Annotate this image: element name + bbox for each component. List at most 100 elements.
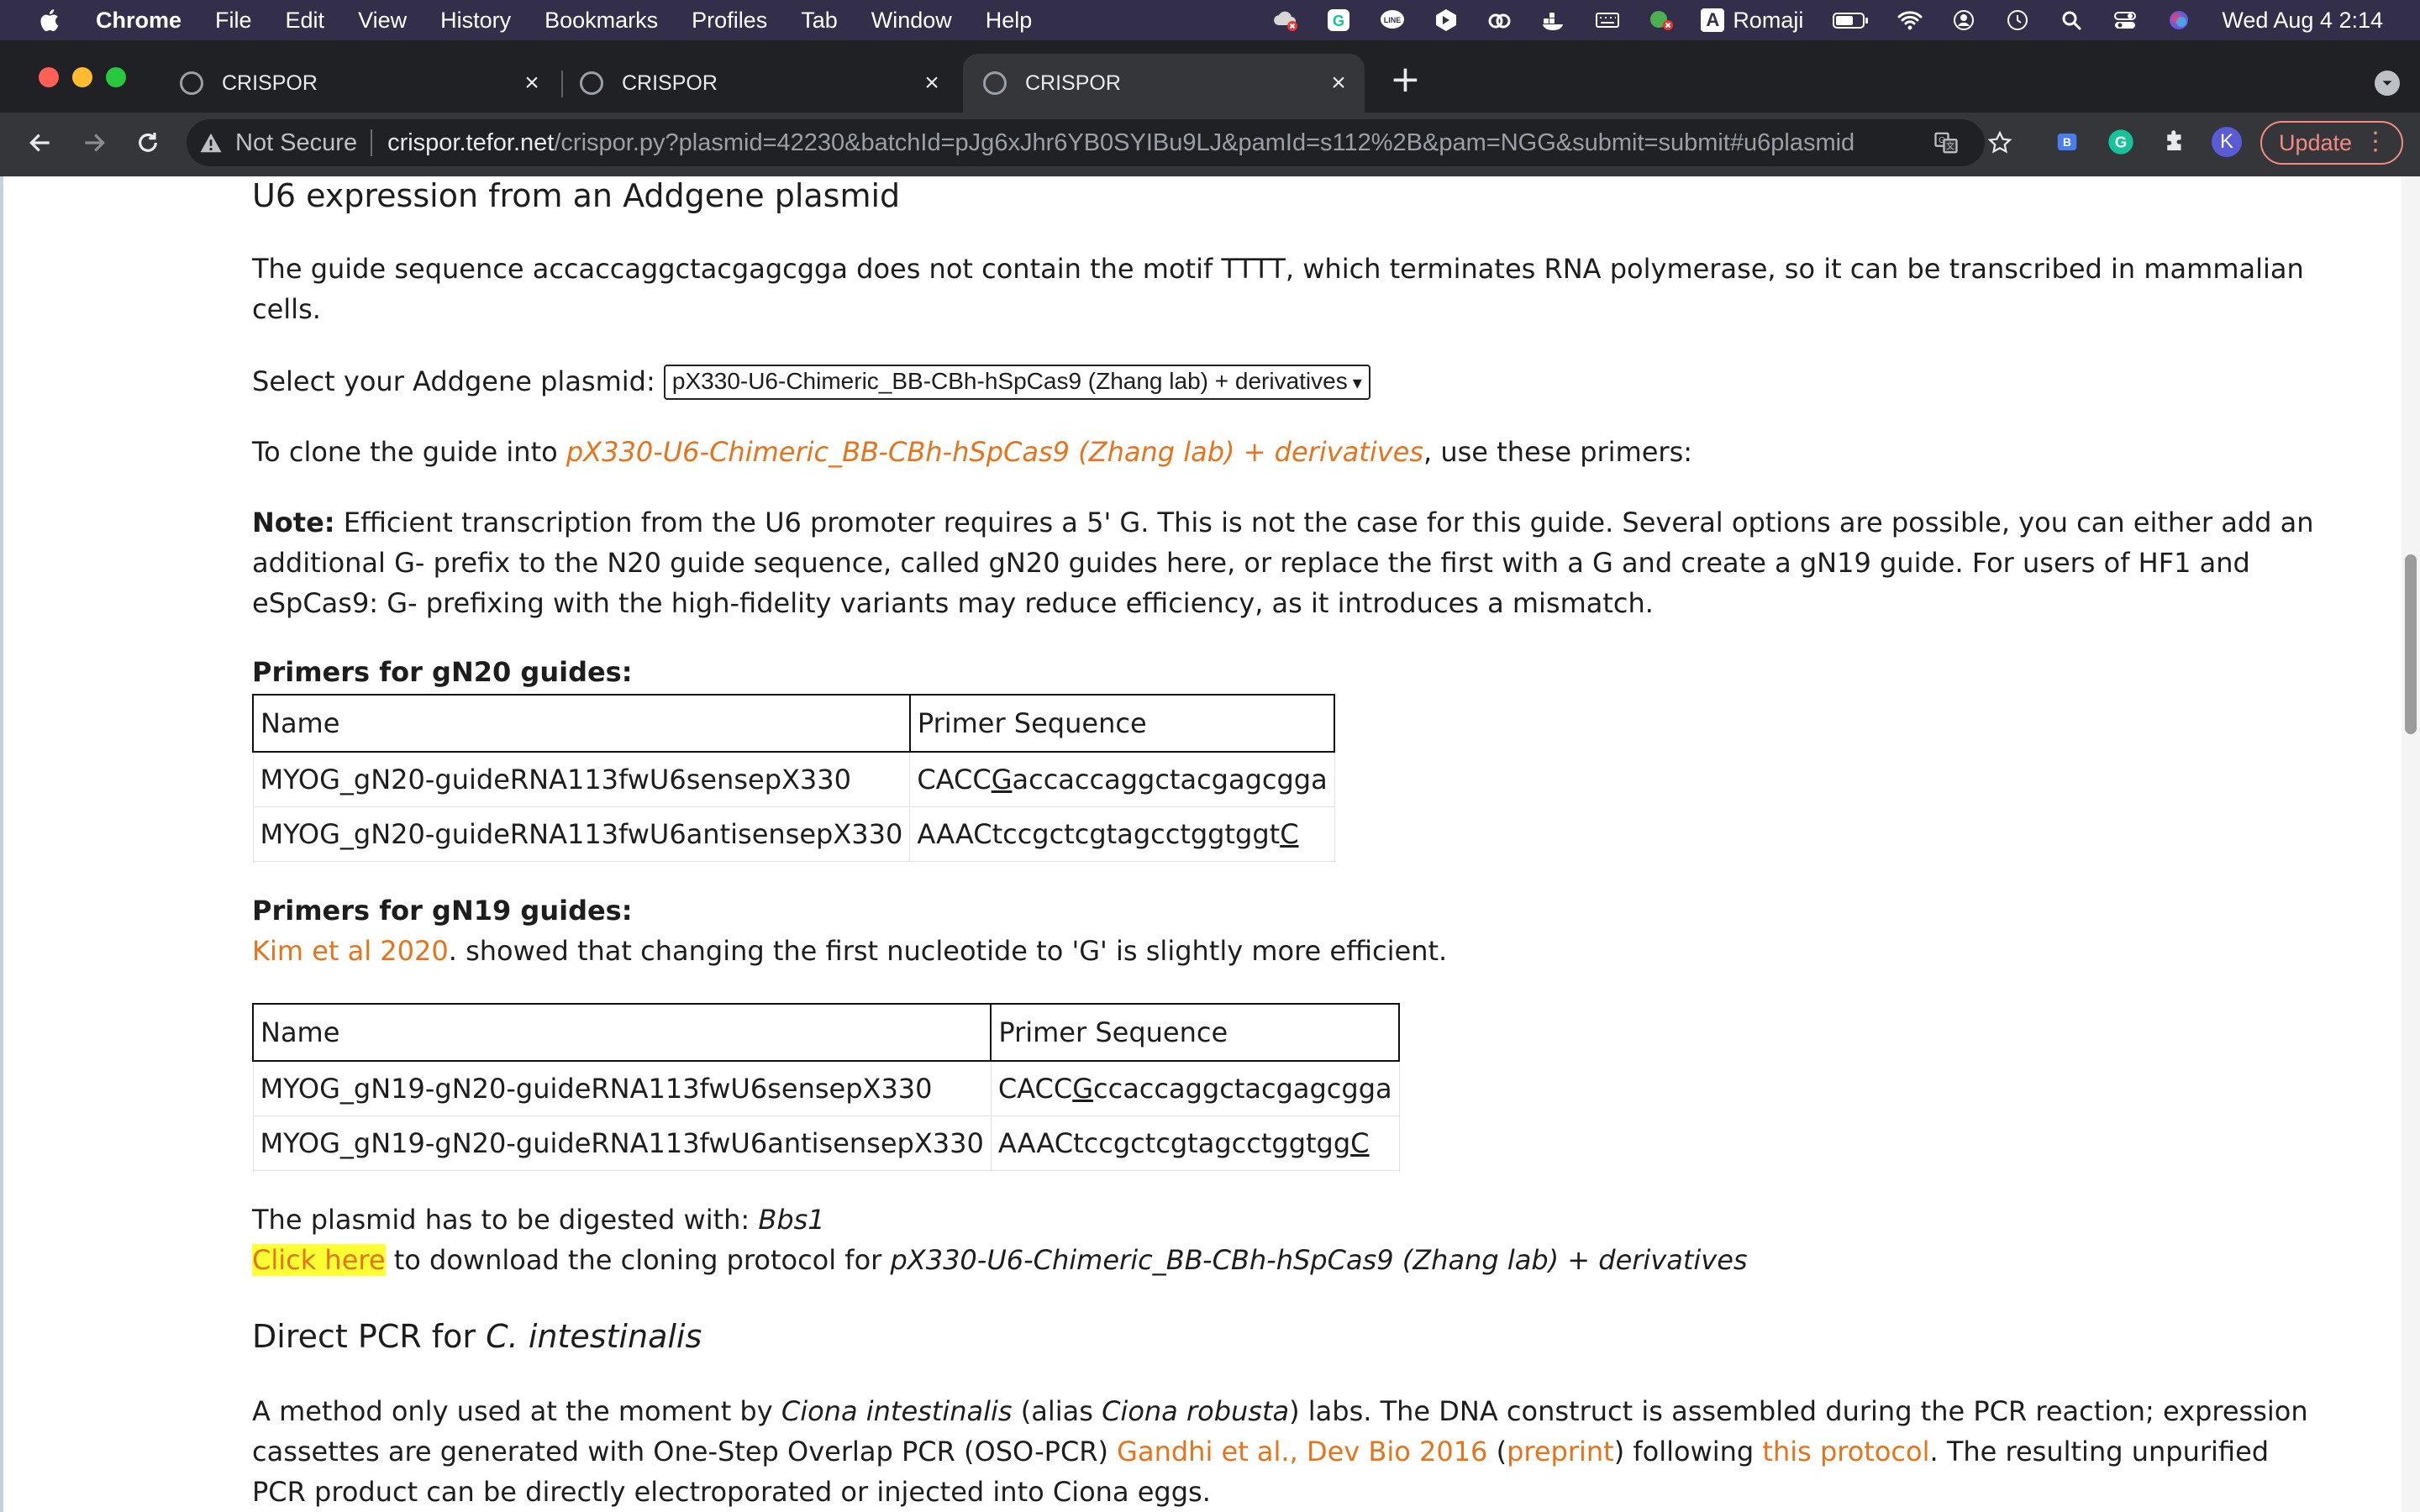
pcr-text: . The resulting unpurified [1929, 1436, 2270, 1467]
section-title-direct-pcr: Direct PCR for C. intestinalis [252, 1315, 702, 1357]
kim-2020-link[interactable]: Kim et al 2020 [252, 935, 449, 967]
sequence-part: CACC [997, 1073, 1073, 1105]
tab-close-icon[interactable]: × [521, 69, 543, 97]
note-line-2: additional G- prefix to the N20 guide se… [252, 547, 2250, 579]
siri-icon[interactable] [2165, 8, 2193, 32]
status-app-icon[interactable] [1647, 8, 1676, 32]
note-text-1: Efficient transcription from the U6 prom… [334, 507, 2314, 538]
creative-cloud-icon[interactable] [1486, 8, 1514, 32]
table-row: MYOG_gN19-gN20-guideRNA113fwU6sensepX330… [252, 1060, 1400, 1116]
extensions-puzzle-icon[interactable] [2160, 127, 2190, 157]
clone-suffix: , use these primers: [1423, 436, 1693, 468]
clone-prefix: To clone the guide into [252, 436, 566, 468]
guide-intro-line-1: The guide sequence accaccaggctacgagcgga … [252, 253, 2304, 285]
extension-blue-icon[interactable]: B [2052, 127, 2082, 157]
security-status-label[interactable]: Not Secure [235, 129, 357, 157]
menubar-clock[interactable]: Wed Aug 4 2:14 [2222, 8, 2383, 34]
primer-name: MYOG_gN20-guideRNA113fwU6antisensepX330 [252, 806, 911, 862]
bookmark-star-icon[interactable] [1986, 129, 2013, 156]
section-title-species: C. intestinalis [486, 1318, 702, 1355]
gn20-heading: Primers for gN20 guides: [252, 656, 633, 688]
profile-avatar[interactable]: K [2212, 127, 2242, 157]
menu-bookmarks[interactable]: Bookmarks [544, 8, 658, 34]
tab-crispor-2[interactable]: CRISPOR × [580, 54, 958, 113]
url-path: /crispor.py?plasmid=42230&batchId=pJg6xJ… [554, 129, 1855, 156]
window-zoom-button[interactable] [106, 67, 126, 87]
battery-icon[interactable] [1832, 8, 1870, 32]
primer-name: MYOG_gN19-gN20-guideRNA113fwU6antisensep… [252, 1116, 992, 1171]
window-minimize-button[interactable] [72, 67, 92, 87]
warning-triangle-icon[interactable] [198, 131, 224, 155]
time-machine-icon[interactable] [2003, 8, 2032, 32]
back-arrow-icon[interactable] [24, 126, 57, 160]
forward-arrow-icon[interactable] [77, 126, 111, 160]
sequence-part: accaccaggctacgagcgga [1012, 764, 1328, 795]
primer-sequence: AAACtccgctcgtagcctggtggC [990, 1116, 1400, 1171]
plasmid-link[interactable]: pX330-U6-Chimeric_BB-CBh-hSpCas9 (Zhang … [566, 436, 1423, 468]
wifi-icon[interactable] [1896, 8, 1924, 32]
gandhi-2016-link[interactable]: Gandhi et al., Dev Bio 2016 [1117, 1436, 1487, 1467]
preprint-link[interactable]: preprint [1507, 1436, 1614, 1467]
svg-text:G: G [1333, 13, 1344, 29]
plasmid-select-label: Select your Addgene plasmid: [252, 365, 655, 397]
address-bar[interactable]: Not Secure crispor.tefor.net/crispor.py?… [187, 119, 1985, 166]
table-header-name: Name [251, 1003, 992, 1062]
user-account-icon[interactable] [1949, 8, 1978, 32]
table-header-name: Name [252, 694, 911, 753]
reload-icon[interactable] [131, 126, 165, 160]
omnibox-divider [371, 129, 373, 156]
sequence-part: ccaccaggctacgagcgga [1093, 1073, 1392, 1105]
shortcut-app-icon[interactable] [1432, 8, 1460, 32]
translate-icon[interactable]: G文 [1933, 129, 1960, 156]
pcr-text: ) labs. The DNA construct is assembled d… [1289, 1395, 2308, 1427]
menu-file[interactable]: File [215, 8, 252, 34]
input-source-icon[interactable]: A [1701, 8, 1725, 32]
tab-crispor-1[interactable]: CRISPOR × [180, 54, 558, 113]
vertical-scrollbar[interactable] [2402, 176, 2420, 1512]
menu-edit[interactable]: Edit [286, 8, 325, 34]
docker-icon[interactable] [1539, 8, 1568, 32]
tab-close-icon[interactable]: × [1328, 69, 1349, 97]
line-app-icon[interactable]: LINE [1378, 8, 1407, 32]
menu-app-chrome[interactable]: Chrome [96, 8, 182, 34]
table-row: MYOG_gN20-guideRNA113fwU6sensepX330 CACC… [252, 751, 1335, 807]
tab-search-chevron-icon[interactable] [2375, 71, 2400, 96]
table-row: MYOG_gN20-guideRNA113fwU6antisensepX330 … [252, 806, 1335, 862]
apple-logo-icon[interactable] [37, 8, 60, 33]
tab-title: CRISPOR [622, 71, 718, 95]
more-menu-icon[interactable]: ⋮ [2363, 129, 2388, 155]
svg-text:B: B [2063, 136, 2071, 149]
tab-close-icon[interactable]: × [921, 69, 943, 97]
menu-view[interactable]: View [358, 8, 407, 34]
globe-icon [580, 71, 603, 95]
species-alias: Ciona robusta [1102, 1395, 1290, 1427]
menu-window[interactable]: Window [871, 8, 952, 34]
pcr-text: cassettes are generated with One-Step Ov… [252, 1436, 1118, 1467]
tab-crispor-active[interactable]: CRISPOR × [963, 54, 1365, 113]
window-close-button[interactable] [39, 67, 59, 87]
update-chrome-button[interactable]: Update ⋮ [2260, 121, 2403, 165]
menu-profiles[interactable]: Profiles [692, 8, 767, 34]
keyboard-icon[interactable] [1593, 8, 1622, 32]
new-tab-plus-icon[interactable]: + [1390, 61, 1421, 98]
table-header-sequence: Primer Sequence [908, 694, 1336, 753]
grammarly-extension-icon[interactable]: G [2106, 127, 2136, 157]
cloud-sync-icon[interactable] [1270, 8, 1299, 32]
input-source-label[interactable]: Romaji [1733, 8, 1803, 34]
protocol-link[interactable]: this protocol [1762, 1436, 1929, 1467]
menu-tab[interactable]: Tab [801, 8, 838, 34]
sequence-added-base: C [1350, 1127, 1370, 1159]
globe-icon [983, 71, 1007, 95]
spotlight-search-icon[interactable] [2057, 8, 2086, 32]
plasmid-select-dropdown[interactable]: pX330-U6-Chimeric_BB-CBh-hSpCas9 (Zhang … [663, 365, 1370, 400]
globe-icon [180, 71, 203, 95]
chevron-down-icon: ▾ [1352, 372, 1362, 393]
download-text: to download the cloning protocol for [385, 1244, 891, 1276]
control-center-icon[interactable] [2111, 8, 2139, 32]
macos-menubar: Chrome File Edit View History Bookmarks … [0, 0, 2420, 40]
menu-history[interactable]: History [440, 8, 511, 34]
grammarly-icon[interactable]: G [1324, 8, 1353, 32]
click-here-link[interactable]: Click here [252, 1244, 386, 1276]
scrollbar-thumb[interactable] [2405, 554, 2417, 734]
menu-help[interactable]: Help [986, 8, 1033, 34]
